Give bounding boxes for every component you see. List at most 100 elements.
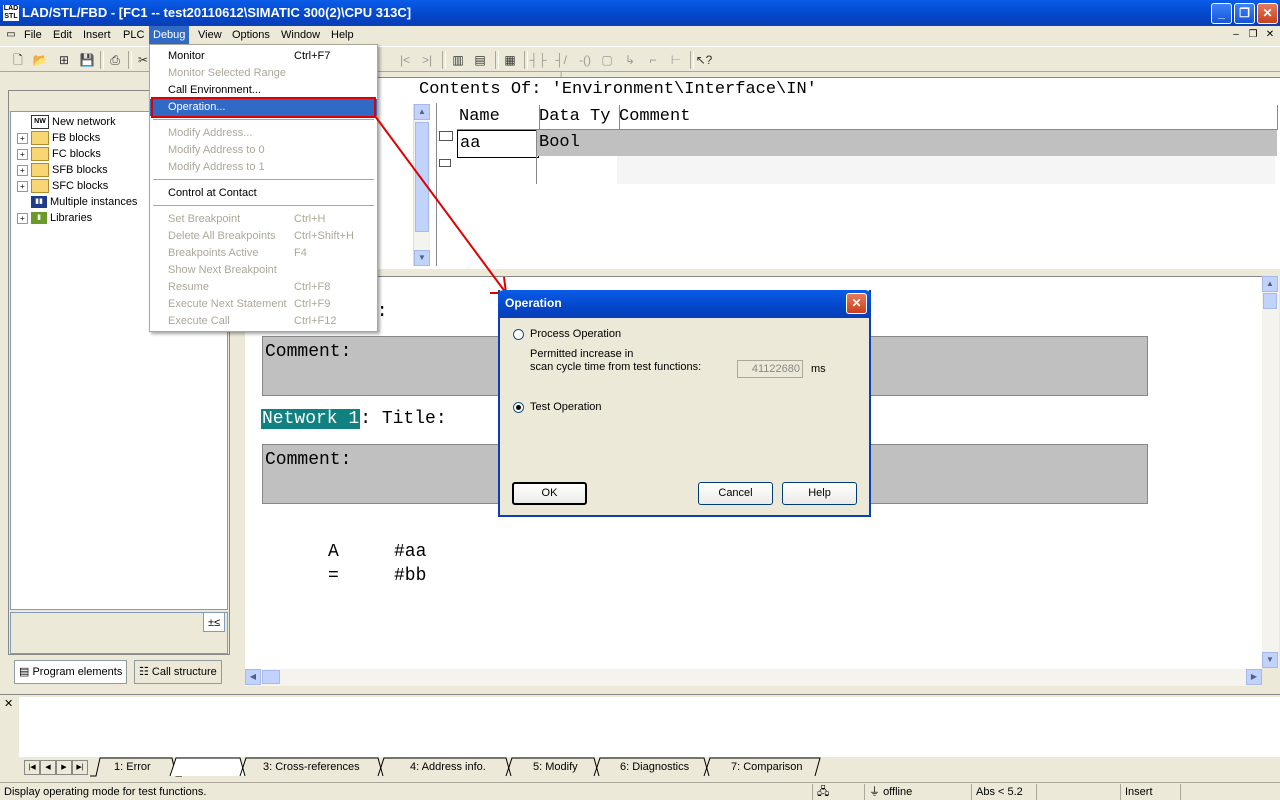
tree-item-sfb-blocks[interactable]: + SFB blocks [17, 162, 108, 178]
expand-icon[interactable]: + [17, 212, 28, 224]
menu-item-set-breakpoint[interactable]: Set Breakpoint Ctrl+H [150, 211, 377, 228]
network-label[interactable]: Network 1 [259, 408, 362, 430]
scroll-right-icon[interactable]: ▶ [1246, 669, 1262, 685]
column-header-data-type[interactable]: Data Ty [537, 105, 620, 130]
menu-item-monitor[interactable]: Monitor Ctrl+F7 [150, 48, 377, 65]
minimize-button[interactable]: _ [1211, 3, 1232, 24]
menu-item-execute-next-statement[interactable]: Execute Next Statement Ctrl+F9 [150, 296, 377, 313]
empty-box-icon[interactable]: ▢ [598, 51, 616, 69]
prev-network-icon[interactable]: |< [396, 51, 414, 69]
accessible-nodes-icon[interactable]: ⊞ [55, 51, 73, 69]
expand-icon[interactable]: + [17, 180, 28, 192]
empty-row[interactable] [617, 156, 1275, 184]
next-tab-icon[interactable]: ▶ [56, 760, 72, 775]
tree-item-libraries[interactable]: + ▮ Libraries [17, 210, 92, 226]
menu-item-modify-address[interactable]: Modify Address... [150, 125, 377, 142]
menu-item-resume[interactable]: Resume Ctrl+F8 [150, 279, 377, 296]
program-elements-icon: ▤ [19, 666, 33, 678]
menu-view[interactable]: View [194, 26, 226, 44]
tree-toggle-button[interactable]: ±≤ [203, 612, 225, 632]
menu-item-monitor-selected-range[interactable]: Monitor Selected Range [150, 65, 377, 82]
menu-item-modify-address-0[interactable]: Modify Address to 0 [150, 142, 377, 159]
tree-item-sfc-blocks[interactable]: + SFC blocks [17, 178, 108, 194]
code-vertical-scrollbar[interactable]: ▲ ▼ [1262, 276, 1279, 668]
tree-item-new-network[interactable]: NW New network [17, 114, 116, 130]
multiple-instances-icon: ▮▮ [31, 196, 47, 209]
status-message: Display operating mode for test function… [4, 786, 207, 798]
menu-debug[interactable]: Debug [149, 26, 190, 44]
scroll-thumb[interactable] [1263, 293, 1277, 309]
open-branch-icon[interactable]: ↳ [621, 51, 639, 69]
menu-item-show-next-breakpoint[interactable]: Show Next Breakpoint [150, 262, 377, 279]
dialog-close-button[interactable]: ✕ [846, 293, 867, 314]
scroll-thumb[interactable] [262, 670, 280, 684]
next-network-icon[interactable]: >| [418, 51, 436, 69]
cell-data-type[interactable]: Bool [537, 130, 1277, 156]
column-header-comment[interactable]: Comment [617, 105, 1278, 130]
menu-item-delete-all-breakpoints[interactable]: Delete All Breakpoints Ctrl+Shift+H [150, 228, 377, 245]
scroll-left-icon[interactable]: ◀ [245, 669, 261, 685]
code-horizontal-scrollbar[interactable]: ◀ ▶ [245, 669, 1262, 686]
library-icon: ▮ [31, 212, 47, 225]
expand-icon[interactable]: + [17, 148, 28, 160]
menu-insert[interactable]: Insert [79, 26, 115, 44]
help-pointer-icon[interactable]: ↖? [695, 51, 713, 69]
scroll-down-icon[interactable]: ▼ [1262, 652, 1278, 668]
mdi-minimize-icon[interactable]: ‒ [1229, 28, 1243, 41]
network-1-header[interactable]: Network 1: Title: [259, 408, 447, 430]
open-icon[interactable]: 📂 [31, 51, 49, 69]
nc-contact-icon[interactable]: ┤/├ [552, 51, 570, 85]
cancel-button[interactable]: Cancel [698, 482, 773, 505]
ok-button[interactable]: OK [512, 482, 587, 505]
stl-operand-1[interactable]: #aa [394, 542, 426, 562]
expand-icon[interactable]: + [17, 164, 28, 176]
tab-program-elements[interactable]: ▤ Program elements [14, 660, 128, 684]
menu-item-breakpoints-active[interactable]: Breakpoints Active F4 [150, 245, 377, 262]
tree-item-fc-blocks[interactable]: + FC blocks [17, 146, 101, 162]
no-contact-icon[interactable]: ┤├ [529, 51, 547, 69]
process-operation-radio[interactable] [513, 329, 524, 340]
prev-tab-icon[interactable]: ◀ [40, 760, 56, 775]
stl-operand-2[interactable]: #bb [394, 566, 426, 586]
expand-icon[interactable]: + [17, 132, 28, 144]
connection-icon[interactable]: ⊢ [667, 51, 685, 69]
tab-call-structure[interactable]: ☷ Call structure [134, 660, 222, 684]
help-button[interactable]: Help [782, 482, 857, 505]
new-network-icon[interactable]: ▦ [501, 51, 519, 69]
menu-item-modify-address-1[interactable]: Modify Address to 1 [150, 159, 377, 176]
stl-op-2[interactable]: = [328, 566, 339, 586]
menu-options[interactable]: Options [228, 26, 274, 44]
maximize-button[interactable]: ❐ [1234, 3, 1255, 24]
close-branch-icon[interactable]: ⌐ [644, 51, 662, 69]
document-icon[interactable]: ▭ [4, 28, 18, 41]
mdi-restore-icon[interactable]: ❐ [1246, 28, 1260, 41]
dialog-title-bar: Operation [498, 290, 871, 318]
new-icon[interactable]: 🗋 [9, 51, 27, 69]
mdi-close-icon[interactable]: ✕ [1263, 28, 1277, 41]
menu-plc[interactable]: PLC [119, 26, 148, 44]
menu-file[interactable]: File [20, 26, 46, 44]
menu-window[interactable]: Window [277, 26, 324, 44]
save-icon[interactable]: 💾 [78, 51, 96, 69]
folder-icon [31, 179, 49, 194]
scroll-up-icon[interactable]: ▲ [1262, 276, 1278, 292]
test-operation-label[interactable]: Test Operation [530, 401, 602, 413]
coil-icon[interactable]: -() [576, 51, 594, 69]
last-tab-icon[interactable]: ▶| [72, 760, 88, 775]
tree-item-multiple-instances[interactable]: ▮▮ Multiple instances [17, 194, 137, 210]
tree-item-fb-blocks[interactable]: + FB blocks [17, 130, 100, 146]
overview-icon[interactable]: ▥ [449, 51, 467, 69]
close-panel-icon[interactable]: ✕ [4, 698, 16, 710]
close-button[interactable]: ✕ [1257, 3, 1278, 24]
process-operation-label[interactable]: Process Operation [530, 328, 621, 340]
menu-item-control-at-contact[interactable]: Control at Contact [150, 185, 377, 202]
scan-cycle-input[interactable]: 41122680 [737, 360, 803, 378]
menu-help[interactable]: Help [327, 26, 358, 44]
menu-edit[interactable]: Edit [49, 26, 76, 44]
print-icon[interactable]: ⎙ [106, 51, 124, 69]
test-operation-radio[interactable] [513, 402, 524, 413]
details-icon[interactable]: ▤ [471, 51, 489, 69]
stl-op-1[interactable]: A [328, 542, 339, 562]
menu-item-execute-call[interactable]: Execute Call Ctrl+F12 [150, 313, 377, 330]
first-tab-icon[interactable]: |◀ [24, 760, 40, 775]
